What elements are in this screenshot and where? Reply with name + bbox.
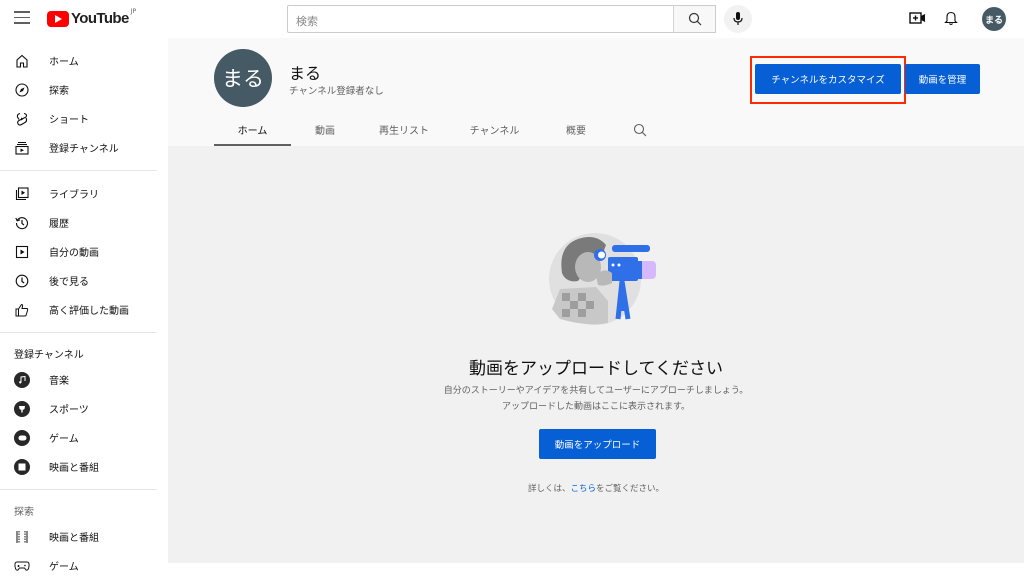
customize-channel-button[interactable]: チャンネルをカスタマイズ xyxy=(755,64,901,94)
main-content: まる まる チャンネル登録者なし チャンネルをカスタマイズ 動画を管理 ホーム … xyxy=(168,38,1024,563)
channel-avatar[interactable]: まる xyxy=(214,49,272,107)
explore-heading: 探索 xyxy=(14,506,34,518)
gamepad-icon xyxy=(14,558,30,574)
search-input[interactable]: 検索 xyxy=(287,5,674,33)
library-icon xyxy=(14,186,30,202)
manage-videos-button[interactable]: 動画を管理 xyxy=(905,64,980,94)
menu-icon[interactable] xyxy=(14,11,30,25)
divider xyxy=(0,332,157,333)
search-icon xyxy=(688,12,701,26)
divider xyxy=(0,170,157,171)
divider xyxy=(0,489,157,490)
sidebar-item-history[interactable]: 履歴 xyxy=(0,208,157,237)
tab-channels[interactable]: チャンネル xyxy=(449,113,540,146)
subscriber-count: チャンネル登録者なし xyxy=(289,86,384,97)
sidebar: ホーム 探索 ショート 登録チャンネル ライブラリ 履歴 自分の動画 後で見る … xyxy=(0,38,157,573)
history-icon xyxy=(14,215,30,231)
voice-search-button[interactable] xyxy=(724,5,752,33)
account-avatar[interactable]: まる xyxy=(982,7,1006,31)
watch-later-icon xyxy=(14,273,30,289)
sidebar-item-shorts[interactable]: ショート xyxy=(0,104,157,133)
notifications-icon[interactable] xyxy=(944,10,958,26)
sidebar-item-liked-videos[interactable]: 高く評価した動画 xyxy=(0,295,157,324)
search-icon xyxy=(633,123,647,136)
subscriptions-icon xyxy=(14,140,30,156)
music-icon xyxy=(14,371,30,388)
subscriptions-heading: 登録チャンネル xyxy=(14,349,84,361)
empty-state-title: 動画をアップロードしてください xyxy=(469,359,723,379)
channel-search-button[interactable] xyxy=(612,113,668,146)
home-icon xyxy=(14,53,30,69)
youtube-logo[interactable]: YouTube JP xyxy=(47,8,136,27)
shorts-icon xyxy=(14,111,30,127)
sidebar-item-music[interactable]: 音楽 xyxy=(0,365,157,394)
tab-home[interactable]: ホーム xyxy=(214,113,291,146)
empty-state-description: 自分のストーリーやアイデアを共有してユーザーにアプローチしましょう。 アップロー… xyxy=(443,386,749,412)
sidebar-item-explore-movies[interactable]: 映画と番組 xyxy=(0,522,157,551)
search-button[interactable] xyxy=(673,5,716,33)
tab-playlists[interactable]: 再生リスト xyxy=(359,113,449,146)
empty-state: 動画をアップロードしてください 自分のストーリーやアイデアを共有してユーザーにア… xyxy=(168,146,1024,563)
tab-videos[interactable]: 動画 xyxy=(291,113,359,146)
top-bar: YouTube JP 検索 まる xyxy=(0,0,1024,38)
compass-icon xyxy=(14,82,30,98)
sidebar-item-movies[interactable]: 映画と番組 xyxy=(0,452,157,481)
gaming-icon xyxy=(14,429,30,446)
microphone-icon xyxy=(733,12,743,25)
create-video-icon[interactable] xyxy=(909,11,926,25)
channel-header: まる まる チャンネル登録者なし チャンネルをカスタマイズ 動画を管理 ホーム … xyxy=(168,38,1024,146)
more-info-text: 詳しくは、こちらをご覧ください。 xyxy=(527,484,665,494)
sidebar-item-sports[interactable]: スポーツ xyxy=(0,394,157,423)
channel-name: まる xyxy=(289,64,322,83)
youtube-play-icon xyxy=(47,10,69,27)
trophy-icon xyxy=(14,400,30,417)
sidebar-item-explore[interactable]: 探索 xyxy=(0,75,157,104)
sidebar-item-gaming[interactable]: ゲーム xyxy=(0,423,157,452)
sidebar-item-subscriptions[interactable]: 登録チャンネル xyxy=(0,133,157,162)
camera-person-illustration xyxy=(549,233,656,325)
your-videos-icon xyxy=(14,244,30,260)
learn-more-link[interactable]: こちら xyxy=(570,484,596,494)
sidebar-item-home[interactable]: ホーム xyxy=(0,46,157,75)
sidebar-item-library[interactable]: ライブラリ xyxy=(0,179,157,208)
tab-about[interactable]: 概要 xyxy=(540,113,612,146)
thumbs-up-icon xyxy=(14,302,30,318)
upload-video-button[interactable]: 動画をアップロード xyxy=(539,429,656,459)
channel-tabs: ホーム 動画 再生リスト チャンネル 概要 xyxy=(214,113,668,146)
sidebar-item-your-videos[interactable]: 自分の動画 xyxy=(0,237,157,266)
film-strip-icon xyxy=(14,529,30,545)
sidebar-item-watch-later[interactable]: 後で見る xyxy=(0,266,157,295)
sidebar-item-explore-gaming[interactable]: ゲーム xyxy=(0,551,157,580)
movies-icon xyxy=(14,458,30,475)
